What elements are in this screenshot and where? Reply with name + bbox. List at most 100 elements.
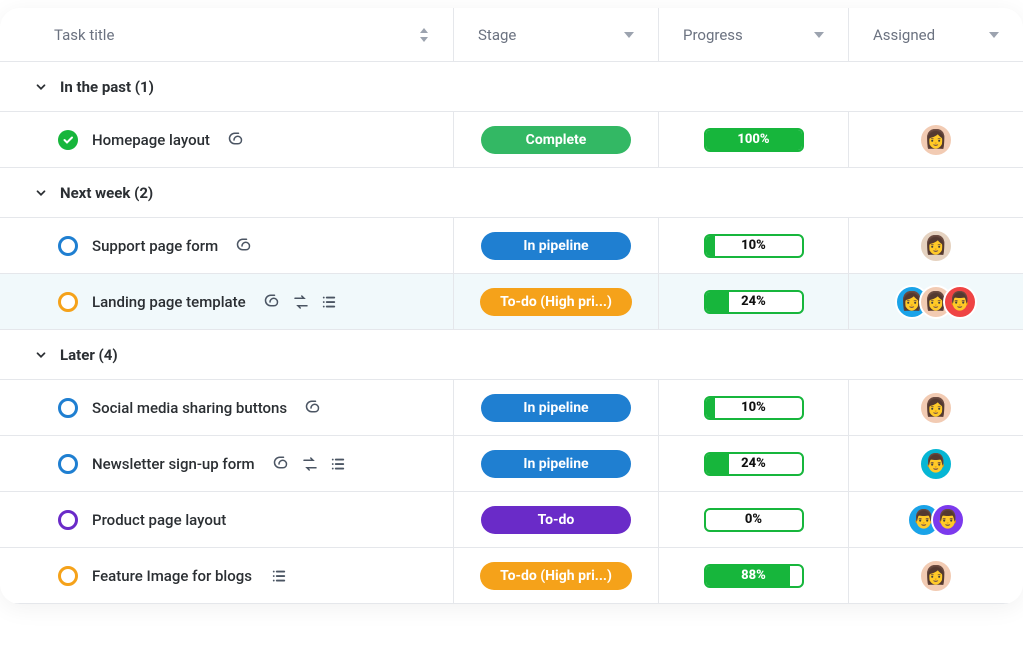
avatar[interactable]: 👩 xyxy=(919,391,953,425)
stage-cell[interactable]: In pipeline xyxy=(454,218,659,273)
avatar[interactable]: 👩 xyxy=(919,229,953,263)
avatar[interactable]: 👨 xyxy=(919,447,953,481)
stage-cell[interactable]: Complete xyxy=(454,112,659,167)
task-title: Homepage layout xyxy=(92,131,210,149)
progress-bar[interactable]: 24% xyxy=(704,290,804,314)
group-header[interactable]: Later (4) xyxy=(0,330,1023,380)
avatar[interactable]: 👩 xyxy=(919,559,953,593)
avatar-stack[interactable]: 👨 xyxy=(919,447,953,481)
progress-cell[interactable]: 24% xyxy=(659,436,849,491)
task-title-cell[interactable]: Newsletter sign-up form xyxy=(0,436,454,491)
subtasks-icon[interactable] xyxy=(329,455,347,473)
chevron-down-icon[interactable] xyxy=(624,32,634,38)
task-row[interactable]: Newsletter sign-up form In pipeline 24% … xyxy=(0,436,1023,492)
task-title: Support page form xyxy=(92,237,218,255)
task-title-cell[interactable]: Product page layout xyxy=(0,492,454,547)
avatar-stack[interactable]: 👨👨 xyxy=(907,503,965,537)
attachment-icon[interactable] xyxy=(236,237,254,255)
stage-pill[interactable]: To-do (High pri...) xyxy=(480,562,632,590)
avatar[interactable]: 👨 xyxy=(943,285,977,319)
status-open-icon[interactable] xyxy=(58,510,78,530)
chevron-down-icon[interactable] xyxy=(34,186,48,200)
task-title: Landing page template xyxy=(92,293,246,311)
assigned-cell[interactable]: 👨👨 xyxy=(849,492,1023,547)
column-header-progress[interactable]: Progress xyxy=(659,8,849,61)
task-title-cell[interactable]: Support page form xyxy=(0,218,454,273)
chevron-down-icon[interactable] xyxy=(989,32,999,38)
attachment-icon[interactable] xyxy=(273,455,291,473)
task-title-cell[interactable]: Landing page template xyxy=(0,274,454,329)
task-row[interactable]: Social media sharing buttons In pipeline… xyxy=(0,380,1023,436)
subtasks-icon[interactable] xyxy=(320,293,338,311)
stage-pill[interactable]: In pipeline xyxy=(481,232,631,260)
attachment-icon[interactable] xyxy=(264,293,282,311)
progress-cell[interactable]: 10% xyxy=(659,380,849,435)
assigned-cell[interactable]: 👩 xyxy=(849,218,1023,273)
avatar-stack[interactable]: 👩 xyxy=(919,559,953,593)
progress-bar[interactable]: 0% xyxy=(704,508,804,532)
stage-pill[interactable]: To-do (High pri...) xyxy=(480,288,632,316)
stage-cell[interactable]: In pipeline xyxy=(454,380,659,435)
status-open-icon[interactable] xyxy=(58,454,78,474)
column-header-assigned[interactable]: Assigned xyxy=(849,8,1023,61)
progress-value: 0% xyxy=(706,510,802,530)
status-complete-icon[interactable] xyxy=(58,130,78,150)
stage-pill[interactable]: To-do xyxy=(481,506,631,534)
task-title-cell[interactable]: Feature Image for blogs xyxy=(0,548,454,603)
progress-bar[interactable]: 100% xyxy=(704,128,804,152)
task-row[interactable]: Landing page template To-do (High pri...… xyxy=(0,274,1023,330)
subtasks-icon[interactable] xyxy=(270,567,288,585)
chevron-down-icon[interactable] xyxy=(814,32,824,38)
column-header-task-title[interactable]: Task title xyxy=(0,8,454,61)
status-open-icon[interactable] xyxy=(58,292,78,312)
progress-cell[interactable]: 100% xyxy=(659,112,849,167)
recurring-icon[interactable] xyxy=(292,293,310,311)
avatar-stack[interactable]: 👩 xyxy=(919,229,953,263)
avatar[interactable]: 👨 xyxy=(931,503,965,537)
progress-bar[interactable]: 88% xyxy=(704,564,804,588)
task-row[interactable]: Feature Image for blogs To-do (High pri.… xyxy=(0,548,1023,604)
avatar-stack[interactable]: 👩👩👨 xyxy=(895,285,977,319)
task-row[interactable]: Homepage layout Complete 100% 👩 xyxy=(0,112,1023,168)
task-row[interactable]: Product page layout To-do 0% 👨👨 xyxy=(0,492,1023,548)
stage-cell[interactable]: In pipeline xyxy=(454,436,659,491)
attachment-icon[interactable] xyxy=(305,399,323,417)
assigned-cell[interactable]: 👩👩👨 xyxy=(849,274,1023,329)
attachment-icon[interactable] xyxy=(228,131,246,149)
status-open-icon[interactable] xyxy=(58,398,78,418)
recurring-icon[interactable] xyxy=(301,455,319,473)
avatar-stack[interactable]: 👩 xyxy=(919,123,953,157)
assigned-cell[interactable]: 👩 xyxy=(849,380,1023,435)
chevron-down-icon[interactable] xyxy=(34,348,48,362)
assigned-cell[interactable]: 👩 xyxy=(849,112,1023,167)
stage-pill[interactable]: In pipeline xyxy=(481,394,631,422)
stage-pill[interactable]: Complete xyxy=(481,126,631,154)
group-label: Later (4) xyxy=(60,346,118,364)
progress-cell[interactable]: 10% xyxy=(659,218,849,273)
progress-bar[interactable]: 24% xyxy=(704,452,804,476)
assigned-cell[interactable]: 👨 xyxy=(849,436,1023,491)
avatar[interactable]: 👩 xyxy=(919,123,953,157)
stage-cell[interactable]: To-do xyxy=(454,492,659,547)
stage-cell[interactable]: To-do (High pri...) xyxy=(454,274,659,329)
group-header[interactable]: Next week (2) xyxy=(0,168,1023,218)
task-title-cell[interactable]: Homepage layout xyxy=(0,112,454,167)
progress-cell[interactable]: 88% xyxy=(659,548,849,603)
status-open-icon[interactable] xyxy=(58,236,78,256)
progress-value: 88% xyxy=(706,566,802,586)
status-open-icon[interactable] xyxy=(58,566,78,586)
group-header[interactable]: In the past (1) xyxy=(0,62,1023,112)
progress-cell[interactable]: 24% xyxy=(659,274,849,329)
progress-cell[interactable]: 0% xyxy=(659,492,849,547)
progress-bar[interactable]: 10% xyxy=(704,396,804,420)
stage-cell[interactable]: To-do (High pri...) xyxy=(454,548,659,603)
task-row[interactable]: Support page form In pipeline 10% 👩 xyxy=(0,218,1023,274)
task-title-cell[interactable]: Social media sharing buttons xyxy=(0,380,454,435)
column-header-stage[interactable]: Stage xyxy=(454,8,659,61)
stage-pill[interactable]: In pipeline xyxy=(481,450,631,478)
sort-icon[interactable] xyxy=(419,28,429,42)
progress-bar[interactable]: 10% xyxy=(704,234,804,258)
assigned-cell[interactable]: 👩 xyxy=(849,548,1023,603)
chevron-down-icon[interactable] xyxy=(34,80,48,94)
avatar-stack[interactable]: 👩 xyxy=(919,391,953,425)
